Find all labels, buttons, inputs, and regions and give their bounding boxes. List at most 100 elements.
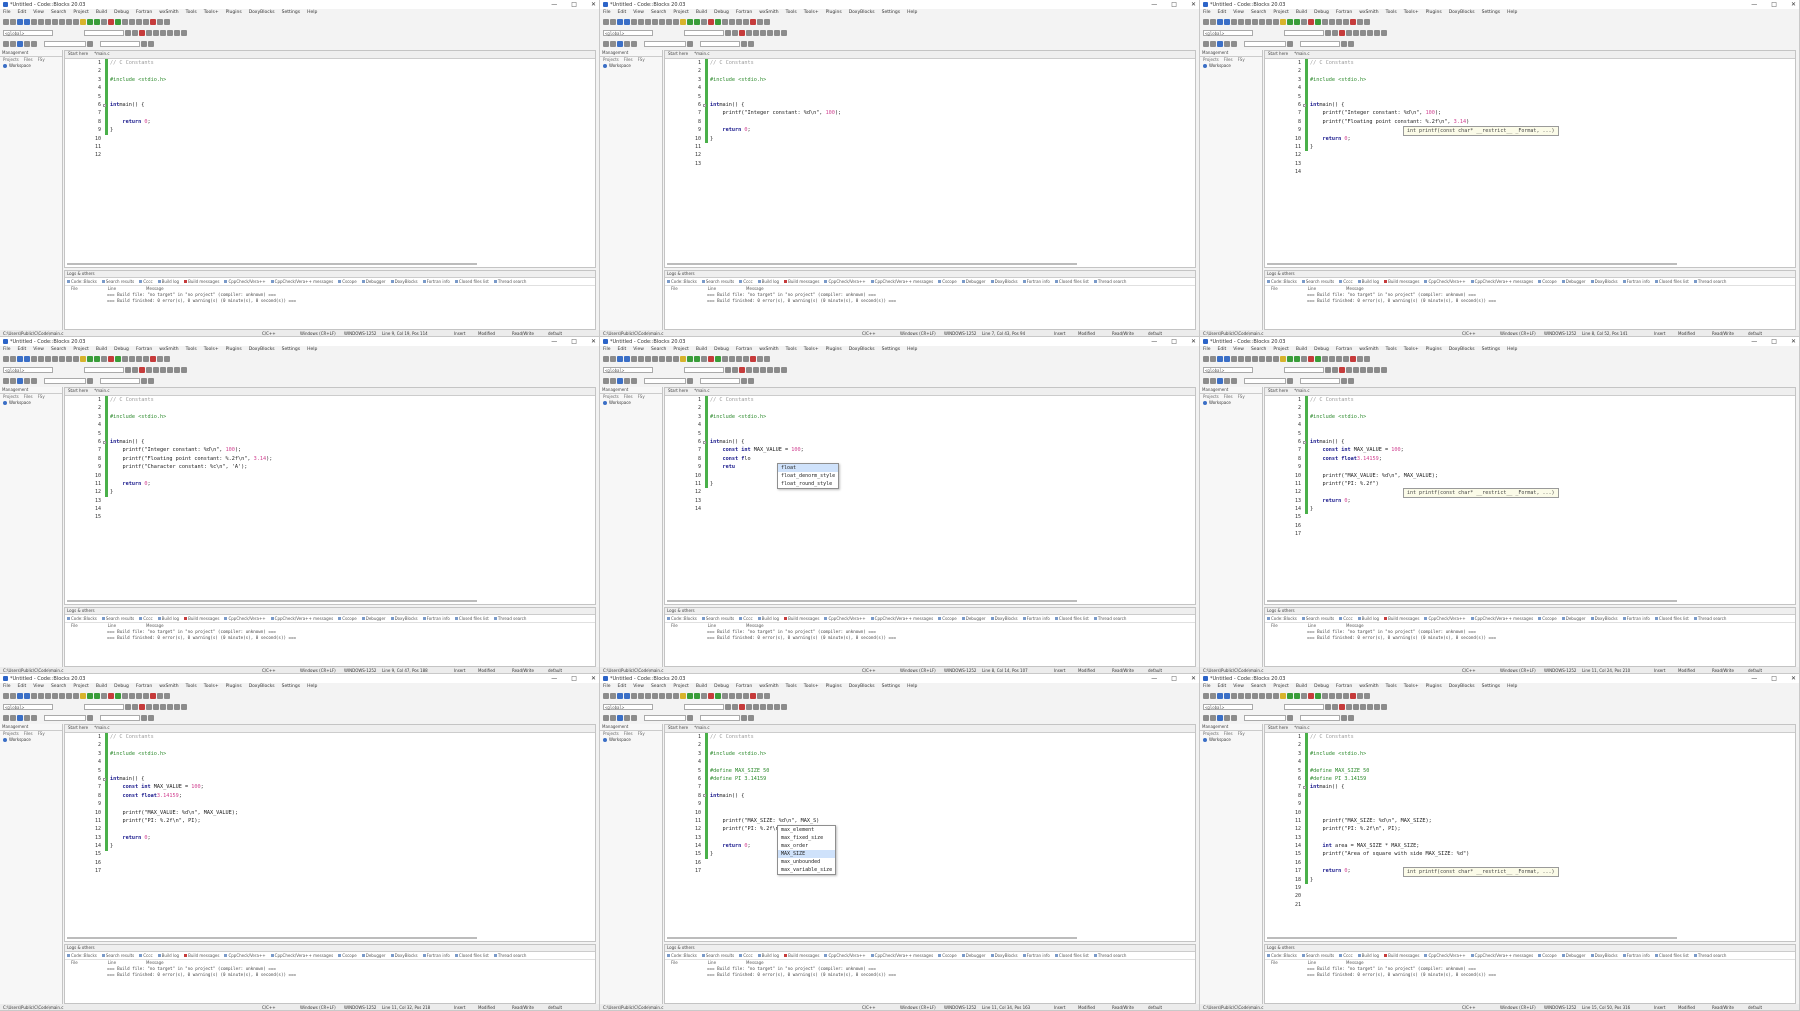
step-into-icon[interactable]	[1336, 19, 1342, 25]
menu-project[interactable]: Project	[1273, 347, 1288, 354]
find-in-files-icon[interactable]	[603, 715, 609, 721]
menu-view[interactable]: View	[33, 684, 44, 691]
prev-bookmark-icon[interactable]	[746, 367, 752, 373]
search-input[interactable]	[44, 41, 86, 47]
log-tab[interactable]: CppCheck/Vera++	[1424, 952, 1466, 959]
log-tab[interactable]: Fortran info	[422, 952, 450, 959]
menu-view[interactable]: View	[633, 10, 644, 17]
new-file-icon[interactable]	[3, 19, 9, 25]
log-tab[interactable]: Fortran info	[1622, 615, 1650, 622]
debug-start-icon[interactable]	[1315, 356, 1321, 362]
log-tab[interactable]: Build log	[757, 952, 779, 959]
menu-doxyblocks[interactable]: DoxyBlocks	[849, 347, 875, 354]
menu-doxyblocks[interactable]: DoxyBlocks	[249, 347, 275, 354]
menu-help[interactable]: Help	[307, 347, 317, 354]
arrow-left-icon[interactable]	[1341, 378, 1347, 384]
paste-icon[interactable]	[59, 19, 65, 25]
minimize-icon[interactable]: —	[1751, 338, 1757, 345]
next-line-icon[interactable]	[129, 19, 135, 25]
undo-icon[interactable]	[631, 19, 637, 25]
menu-tools[interactable]: Tools	[786, 10, 797, 17]
next-line-icon[interactable]	[129, 693, 135, 699]
arrow-right-icon[interactable]	[1348, 41, 1354, 47]
abort-icon[interactable]	[108, 356, 114, 362]
symbol-combo[interactable]	[1284, 30, 1324, 36]
format-icon[interactable]	[1231, 41, 1237, 47]
doxy-icon[interactable]	[17, 715, 23, 721]
menu-tools-plus[interactable]: Tools+	[804, 684, 819, 691]
tab-main-c[interactable]: *main.c	[694, 388, 709, 395]
minimize-icon[interactable]: —	[551, 675, 557, 682]
log-tab[interactable]: Build messages	[1384, 952, 1419, 959]
menu-tools[interactable]: Tools	[186, 10, 197, 17]
debug-info-icon[interactable]	[164, 19, 170, 25]
tab-fsymbols[interactable]: FSy	[38, 394, 45, 400]
open-icon[interactable]	[610, 693, 616, 699]
fold-marker-icon[interactable]	[1303, 785, 1306, 789]
arrow-left-icon[interactable]	[741, 715, 747, 721]
run-to-cursor-icon[interactable]	[722, 19, 728, 25]
toggle-comment-icon[interactable]	[1381, 367, 1387, 373]
tab-fsymbols[interactable]: FSy	[1238, 731, 1245, 737]
menu-file[interactable]: File	[3, 684, 11, 691]
uncomment-icon[interactable]	[774, 30, 780, 36]
maximize-icon[interactable]: □	[1771, 675, 1777, 682]
tab-fsymbols[interactable]: FSy	[1238, 57, 1245, 63]
arrow-right-icon[interactable]	[748, 378, 754, 384]
debug-stop-icon[interactable]	[1350, 19, 1356, 25]
match-brace-icon[interactable]	[760, 367, 766, 373]
next-bookmark-icon[interactable]	[153, 367, 159, 373]
copy-icon[interactable]	[1252, 356, 1258, 362]
build-icon[interactable]	[680, 19, 686, 25]
run-icon[interactable]	[87, 19, 93, 25]
log-tab[interactable]: Cccc	[1339, 952, 1353, 959]
symbol-combo[interactable]	[684, 704, 724, 710]
toggle-comment-icon[interactable]	[781, 30, 787, 36]
build-and-run-icon[interactable]	[94, 19, 100, 25]
build-and-run-icon[interactable]	[694, 693, 700, 699]
open-icon[interactable]	[10, 693, 16, 699]
menu-view[interactable]: View	[33, 347, 44, 354]
html-icon[interactable]	[1224, 378, 1230, 384]
menu-edit[interactable]: Edit	[618, 684, 627, 691]
menu-doxyblocks[interactable]: DoxyBlocks	[249, 10, 275, 17]
horizontal-scrollbar[interactable]	[1267, 600, 1677, 602]
run-to-cursor-icon[interactable]	[122, 19, 128, 25]
comment-icon[interactable]	[767, 704, 773, 710]
rebuild-icon[interactable]	[701, 693, 707, 699]
workspace-item[interactable]: Workspace	[600, 63, 662, 68]
log-tab[interactable]: Code::Blocks	[1267, 278, 1297, 285]
run-to-cursor-icon[interactable]	[722, 693, 728, 699]
match-brace-icon[interactable]	[160, 367, 166, 373]
step-out-icon[interactable]	[1343, 356, 1349, 362]
toggle-bookmark-icon[interactable]	[139, 30, 145, 36]
workspace-item[interactable]: Workspace	[0, 63, 62, 68]
menu-help[interactable]: Help	[307, 684, 317, 691]
menu-settings[interactable]: Settings	[1482, 10, 1500, 17]
regex-input[interactable]	[700, 715, 740, 721]
workspace-item[interactable]: Workspace	[600, 737, 662, 742]
log-tab[interactable]: CppCheck/Vera++ messages	[1470, 952, 1533, 959]
jump-forward-icon[interactable]	[732, 704, 738, 710]
run-to-cursor-icon[interactable]	[722, 356, 728, 362]
match-brace-icon[interactable]	[160, 704, 166, 710]
step-out-icon[interactable]	[743, 356, 749, 362]
menu-project[interactable]: Project	[673, 10, 688, 17]
log-tab[interactable]: Build log	[157, 952, 179, 959]
next-bookmark-icon[interactable]	[153, 30, 159, 36]
find-in-files-icon[interactable]	[603, 378, 609, 384]
rebuild-icon[interactable]	[701, 19, 707, 25]
menu-edit[interactable]: Edit	[618, 347, 627, 354]
find-icon[interactable]	[1266, 19, 1272, 25]
search-icon[interactable]	[1287, 378, 1293, 384]
log-tab[interactable]: Debugger	[961, 952, 986, 959]
toggle-comment-icon[interactable]	[181, 704, 187, 710]
save-icon[interactable]	[1217, 356, 1223, 362]
debug-stop-icon[interactable]	[750, 356, 756, 362]
log-tab[interactable]: Code::Blocks	[667, 952, 697, 959]
log-tab[interactable]: Cscope	[938, 278, 957, 285]
run-icon[interactable]	[1287, 19, 1293, 25]
menu-tools-plus[interactable]: Tools+	[1404, 684, 1419, 691]
prev-bookmark-icon[interactable]	[1346, 367, 1352, 373]
debug-start-icon[interactable]	[715, 693, 721, 699]
